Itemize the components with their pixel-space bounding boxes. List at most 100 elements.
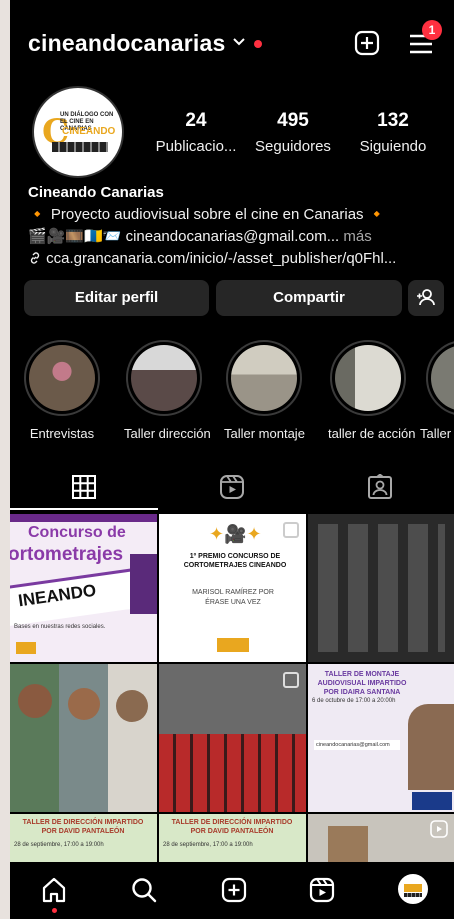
bio-link-row[interactable]: cca.grancanaria.com/inicio/-/asset_publi…: [28, 248, 448, 270]
highlight-entrevistas[interactable]: Entrevistas: [22, 340, 102, 441]
stat-following[interactable]: 132 Siguiendo: [350, 110, 436, 155]
highlight-taller-direccion[interactable]: Taller dirección: [124, 340, 211, 441]
account-notification-dot: [254, 40, 262, 48]
stat-followers-value: 495: [277, 110, 309, 131]
post-photo: [108, 664, 157, 812]
tab-tagged[interactable]: [306, 464, 454, 510]
post-subtitle: 28 de septiembre, 17:00 a 19:00h: [14, 842, 104, 848]
post-photo: [59, 664, 108, 812]
highlight-cover: [29, 345, 95, 411]
diamond-icon: 🔸: [367, 206, 387, 223]
profile-tabs: [10, 464, 454, 510]
highlight-taller-accion[interactable]: taller de acción: [328, 340, 415, 441]
bio-contact-line: 🎬🎥🎞️🇮🇨📨 cineandocanarias@gmail.com... má…: [28, 226, 448, 248]
post-person: [18, 684, 52, 718]
highlight-label: Taller dirección: [124, 426, 211, 441]
highlight-ring: [330, 340, 406, 416]
camera-icon: ✦🎥✦: [209, 524, 262, 544]
reels-nav-icon[interactable]: [308, 876, 336, 904]
post-thumbnail[interactable]: [159, 664, 306, 812]
bio-emoji: 🎬🎥🎞️🇮🇨📨: [28, 228, 122, 245]
post-subtitle: ortometrajes: [10, 544, 124, 565]
post-title: TALLER DE DIRECCIÓN IMPARTIDO POR DAVID …: [22, 819, 144, 835]
home-icon[interactable]: [40, 876, 68, 904]
post-thumbnail[interactable]: [10, 664, 157, 812]
top-bar: cineandocanarias 1: [10, 20, 454, 68]
grid-icon: [72, 475, 96, 499]
create-post-icon[interactable]: [354, 30, 380, 56]
create-icon[interactable]: [220, 876, 248, 904]
highlight-ring: [226, 340, 302, 416]
post-title: 1º PREMIO CONCURSO DE CORTOMETRAJES CINE…: [183, 553, 287, 569]
post-band: [10, 514, 157, 522]
post-thumbnail[interactable]: Concurso de ortometrajes INEANDO Bases e…: [10, 514, 157, 662]
stat-posts-value: 24: [185, 110, 207, 131]
posts-grid: Concurso de ortometrajes INEANDO Bases e…: [10, 514, 454, 864]
post-person: [68, 688, 100, 720]
stat-posts[interactable]: 24 Publicacio...: [146, 110, 246, 155]
instagram-profile-screen: cineandocanarias 1 C UN DIÁLOGO CON EL C…: [10, 0, 454, 919]
carousel-icon: [283, 672, 299, 688]
post-note: Bases en nuestras redes sociales.: [14, 624, 106, 630]
notification-badge: 1: [422, 20, 442, 40]
highlight-ring: [126, 340, 202, 416]
avatar-brand: CINEANDO: [62, 126, 116, 137]
film-strip-icon: [404, 893, 422, 897]
reels-icon: [220, 475, 244, 499]
reel-indicator-icon: [430, 820, 448, 838]
avatar-logo-mini: [404, 884, 422, 892]
post-email: cineandocanarias@gmail.com: [314, 740, 400, 750]
home-notification-dot: [52, 908, 57, 913]
bio-email: cineandocanarias@gmail.com...: [125, 228, 340, 245]
tab-posts-grid[interactable]: [10, 464, 158, 510]
diamond-icon: 🔸: [28, 206, 47, 223]
post-thumbnail[interactable]: TALLER DE DIRECCIÓN IMPARTIDO POR DAVID …: [10, 814, 157, 864]
post-subtitle: MARISOL RAMÍREZ POR ÉRASE UNA VEZ: [192, 589, 274, 606]
post-title: TALLER DE MONTAJE AUDIOVISUAL IMPARTIDO …: [317, 671, 407, 696]
highlight-label: Entrevistas: [29, 426, 95, 441]
post-title: TALLER DE DIRECCIÓN IMPARTIDO POR DAVID …: [171, 819, 293, 835]
post-thumbnail[interactable]: [308, 814, 454, 864]
bio-description: Proyecto audiovisual sobre el cine en Ca…: [50, 206, 364, 223]
bio-more-link[interactable]: más: [343, 228, 371, 245]
link-icon: [30, 252, 40, 264]
highlight-taller-montaje[interactable]: Taller montaje: [224, 340, 305, 441]
highlight-cover: [131, 345, 197, 411]
post-logo: [412, 792, 452, 810]
highlight-cover: [335, 345, 401, 411]
chevron-down-icon[interactable]: [232, 34, 246, 48]
tab-reels[interactable]: [158, 464, 306, 510]
highlight-cover: [431, 345, 454, 411]
stat-followers[interactable]: 495 Seguidores: [248, 110, 338, 155]
carousel-icon: [283, 522, 299, 538]
profile-name: Cineando Canarias: [28, 184, 164, 201]
post-seats: [159, 734, 306, 812]
highlight-label: Taller montaje: [224, 426, 305, 441]
post-collage: [318, 524, 445, 652]
post-thumbnail[interactable]: ✦🎥✦ 1º PREMIO CONCURSO DE CORTOMETRAJES …: [159, 514, 306, 662]
edit-profile-button[interactable]: Editar perfil: [24, 280, 209, 316]
post-window: [328, 826, 368, 864]
post-shape: [130, 554, 157, 614]
post-thumbnail[interactable]: TALLER DE MONTAJE AUDIOVISUAL IMPARTIDO …: [308, 664, 454, 812]
post-title: Concurso de: [28, 524, 126, 541]
highlight-label: Taller: [420, 426, 452, 441]
post-thumbnail[interactable]: [308, 514, 454, 662]
highlight-taller[interactable]: Taller: [420, 340, 454, 441]
profile-nav-avatar[interactable]: [398, 874, 428, 904]
search-icon[interactable]: [130, 876, 158, 904]
profile-avatar[interactable]: C UN DIÁLOGO CON EL CINE EN CANARIAS CIN…: [32, 86, 124, 178]
post-thumbnail[interactable]: TALLER DE DIRECCIÓN IMPARTIDO POR DAVID …: [159, 814, 306, 864]
highlight-cover: [231, 345, 297, 411]
highlight-ring: [426, 340, 454, 416]
stat-posts-label: Publicacio...: [155, 138, 237, 155]
stat-following-value: 132: [377, 110, 409, 131]
highlight-ring: [24, 340, 100, 416]
discover-people-button[interactable]: [408, 280, 444, 316]
share-profile-button[interactable]: Compartir: [216, 280, 402, 316]
post-logo: [217, 638, 249, 652]
post-subtitle: 28 de septiembre, 17:00 a 19:00h: [163, 842, 253, 848]
bio-link[interactable]: cca.grancanaria.com/inicio/-/asset_publi…: [46, 250, 396, 267]
stat-followers-label: Seguidores: [255, 138, 331, 155]
username-switcher[interactable]: cineandocanarias: [28, 30, 226, 57]
